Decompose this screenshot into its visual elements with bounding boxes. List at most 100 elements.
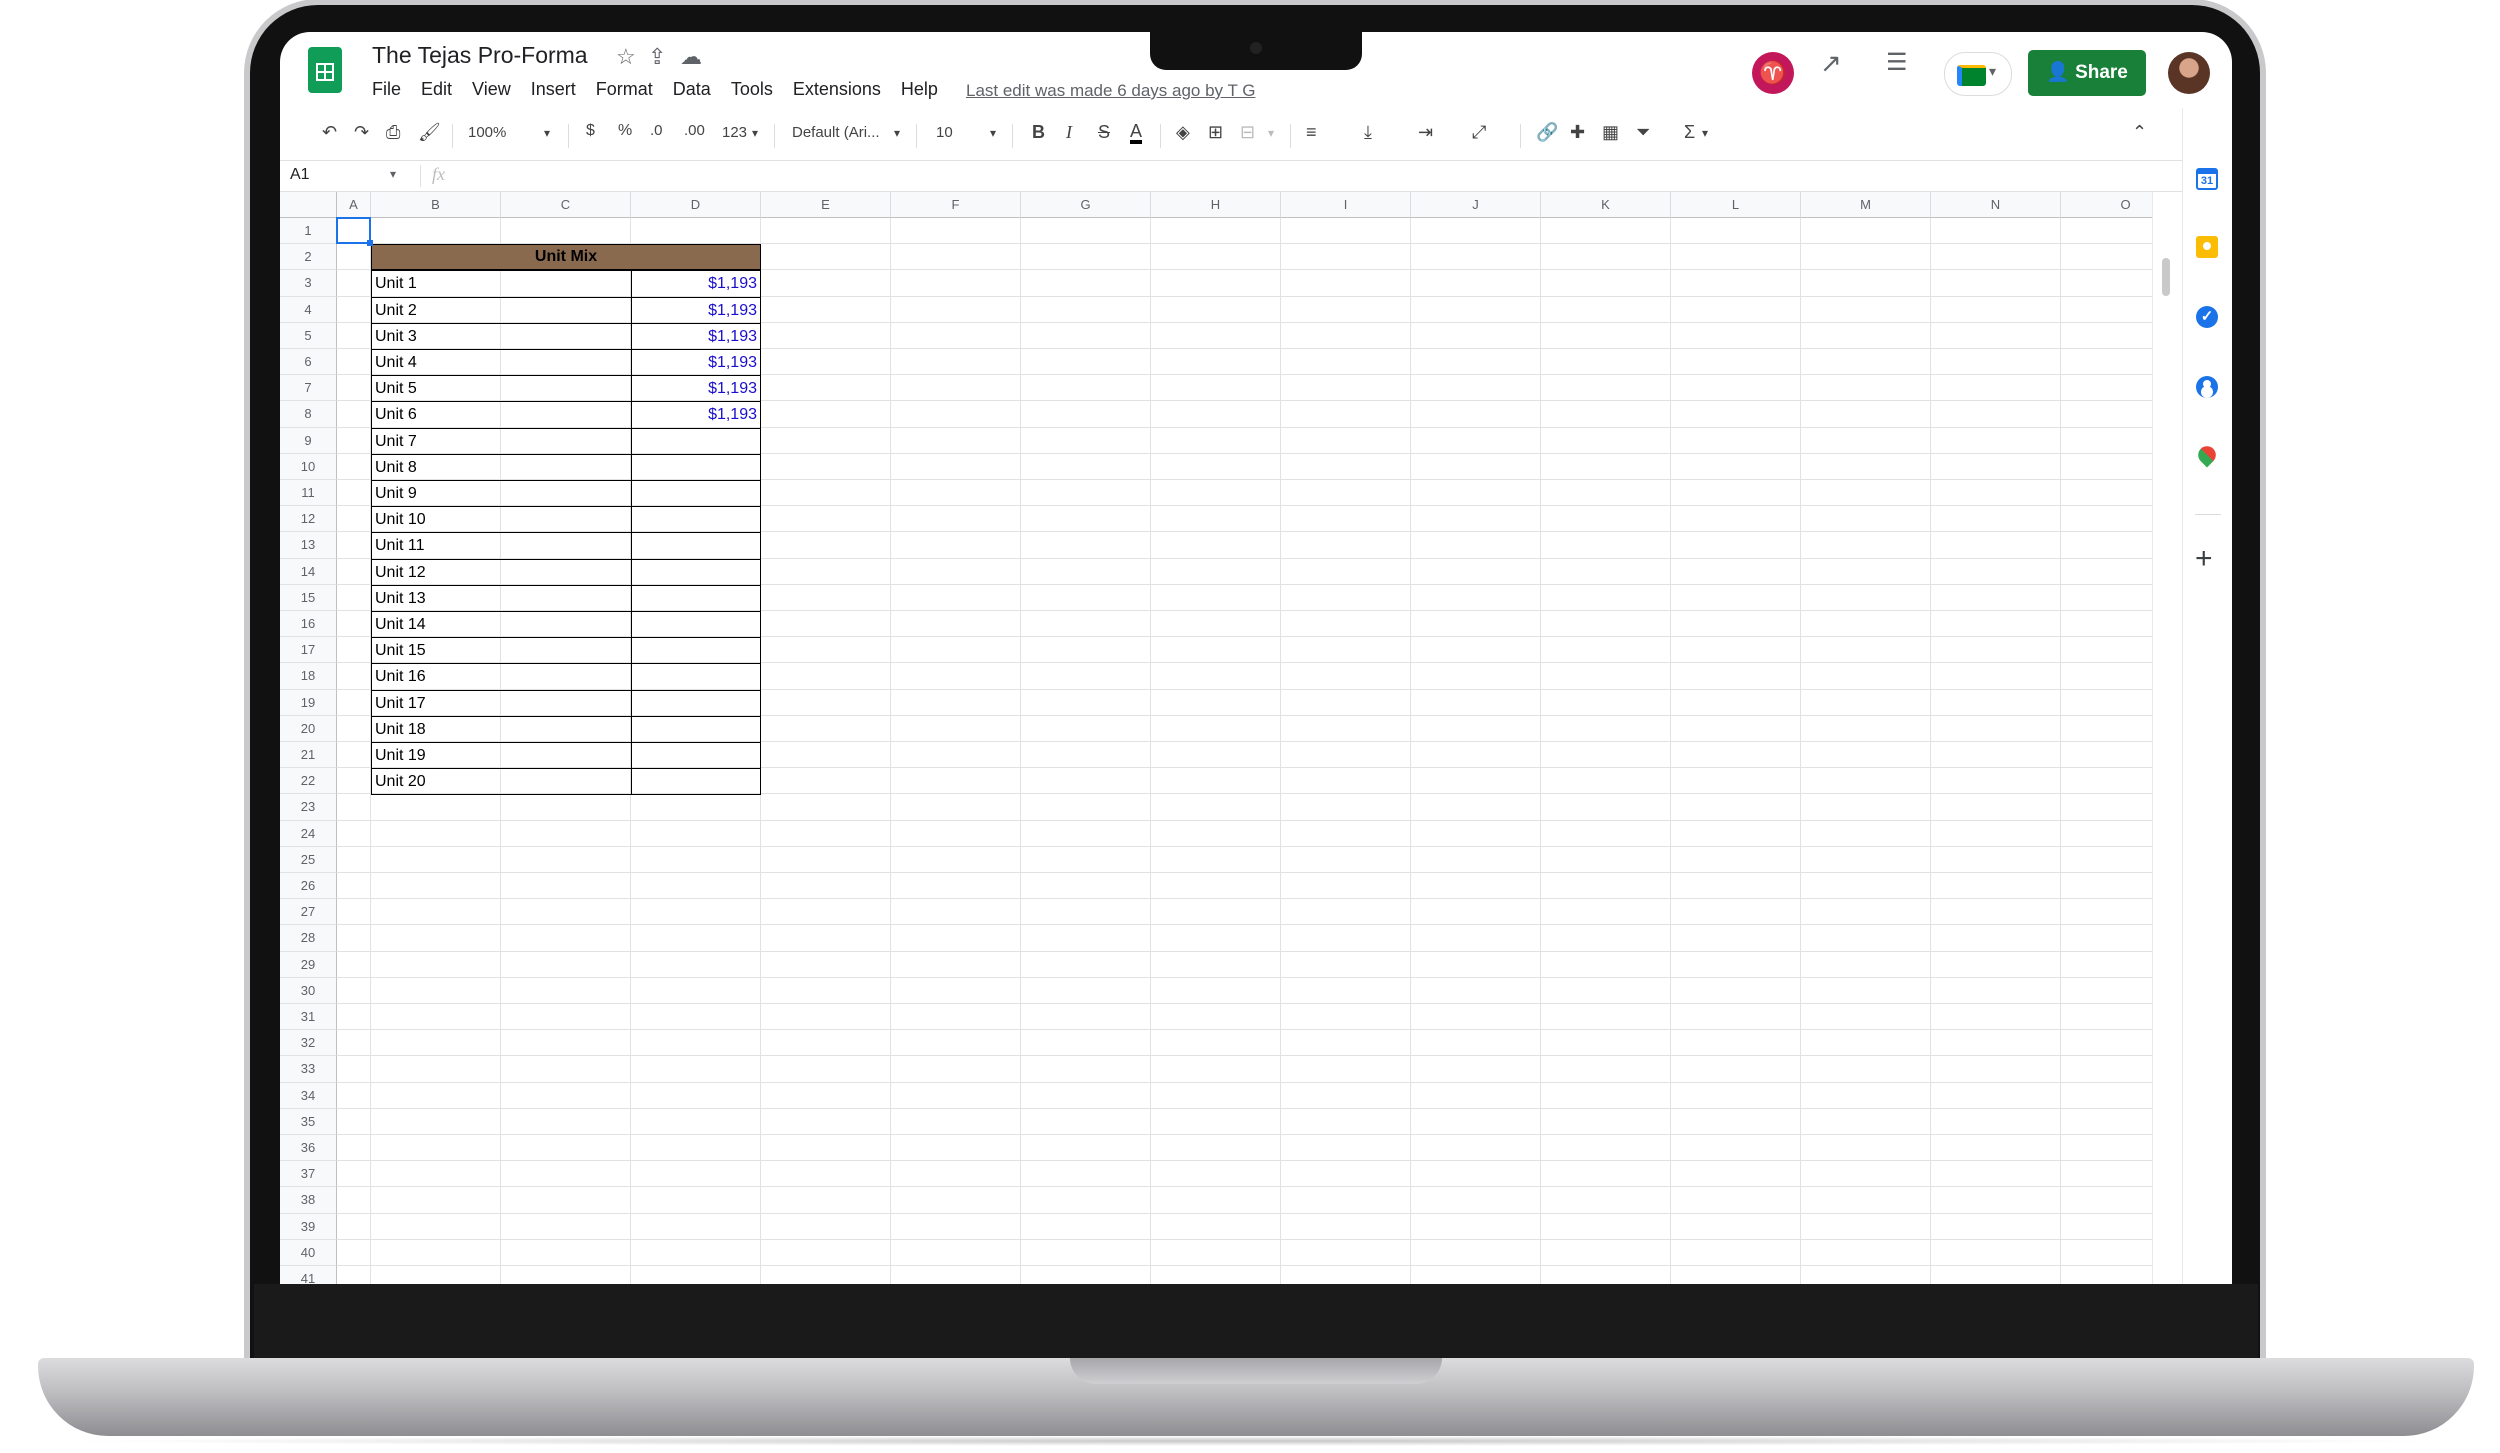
menu-data[interactable]: Data xyxy=(663,79,721,103)
collapse-menus-icon[interactable]: ⌃ xyxy=(2132,122,2147,143)
unit-value-cell[interactable] xyxy=(631,663,761,691)
italic-button[interactable]: I xyxy=(1066,122,1072,143)
keep-icon[interactable] xyxy=(2196,236,2218,258)
unit-value-cell[interactable]: $1,193 xyxy=(631,349,761,377)
tasks-icon[interactable]: ✓ xyxy=(2196,306,2218,328)
unit-value-cell[interactable] xyxy=(631,584,761,612)
row-header[interactable]: 30 xyxy=(280,977,337,1004)
column-header-f[interactable]: F xyxy=(891,192,1021,218)
unit-name-cell[interactable]: Unit 15 xyxy=(371,637,632,665)
row-header[interactable]: 24 xyxy=(280,820,337,847)
comment-history-icon[interactable]: ☰ xyxy=(1886,48,1908,77)
column-header-o[interactable]: O xyxy=(2061,192,2152,218)
row-header[interactable]: 3 xyxy=(280,270,337,297)
row-header[interactable]: 18 xyxy=(280,663,337,690)
unit-value-cell[interactable]: $1,193 xyxy=(631,401,761,429)
column-header-c[interactable]: C xyxy=(501,192,631,218)
menu-view[interactable]: View xyxy=(462,79,521,103)
cloud-status-icon[interactable]: ☁ xyxy=(680,44,702,70)
column-header-j[interactable]: J xyxy=(1411,192,1541,218)
contacts-icon[interactable] xyxy=(2196,376,2218,398)
row-header[interactable]: 38 xyxy=(280,1187,337,1214)
decrease-decimal-button[interactable]: .0 xyxy=(650,122,663,139)
calendar-icon[interactable]: 31 xyxy=(2196,168,2218,190)
row-header[interactable]: 34 xyxy=(280,1082,337,1109)
column-header-i[interactable]: I xyxy=(1281,192,1411,218)
menu-edit[interactable]: Edit xyxy=(411,79,462,103)
currency-format-button[interactable]: $ xyxy=(586,122,595,140)
unit-mix-header-cell[interactable]: Unit Mix xyxy=(371,244,761,271)
unit-value-cell[interactable] xyxy=(631,689,761,717)
unit-value-cell[interactable] xyxy=(631,558,761,586)
row-header[interactable]: 15 xyxy=(280,584,337,611)
unit-name-cell[interactable]: Unit 7 xyxy=(371,427,632,455)
unit-value-cell[interactable] xyxy=(631,427,761,455)
redo-icon[interactable]: ↷ xyxy=(354,122,369,143)
meet-button[interactable]: ▾ xyxy=(1944,52,2012,96)
row-header[interactable]: 27 xyxy=(280,899,337,926)
percent-format-button[interactable]: % xyxy=(618,122,632,140)
column-header-g[interactable]: G xyxy=(1021,192,1151,218)
unit-value-cell[interactable] xyxy=(631,637,761,665)
unit-value-cell[interactable] xyxy=(631,506,761,534)
unit-value-cell[interactable] xyxy=(631,480,761,508)
column-header-a[interactable]: A xyxy=(337,192,371,218)
row-header[interactable]: 26 xyxy=(280,873,337,900)
column-header-d[interactable]: D xyxy=(631,192,761,218)
move-to-drive-icon[interactable]: ⇪ xyxy=(648,44,666,70)
filter-icon[interactable]: ⏷ xyxy=(1636,122,1650,143)
insert-link-icon[interactable]: 🔗 xyxy=(1536,122,1558,143)
unit-value-cell[interactable]: $1,193 xyxy=(631,322,761,350)
unit-value-cell[interactable]: $1,193 xyxy=(631,270,761,298)
row-header[interactable]: 35 xyxy=(280,1108,337,1135)
zoom-select[interactable]: 100% xyxy=(468,124,506,141)
menu-help[interactable]: Help xyxy=(891,79,948,103)
row-header[interactable]: 6 xyxy=(280,349,337,376)
menu-tools[interactable]: Tools xyxy=(721,79,783,103)
column-header-l[interactable]: L xyxy=(1671,192,1801,218)
unit-name-cell[interactable]: Unit 9 xyxy=(371,480,632,508)
insert-chart-icon[interactable]: ▦ xyxy=(1602,122,1619,143)
insert-comment-icon[interactable]: ✚ xyxy=(1570,122,1585,143)
user-avatar[interactable] xyxy=(2168,52,2210,94)
unit-name-cell[interactable]: Unit 2 xyxy=(371,296,632,324)
scrollbar-thumb[interactable] xyxy=(2162,258,2170,296)
unit-name-cell[interactable]: Unit 6 xyxy=(371,401,632,429)
row-header[interactable]: 14 xyxy=(280,558,337,585)
menu-insert[interactable]: Insert xyxy=(521,79,586,103)
unit-name-cell[interactable]: Unit 16 xyxy=(371,663,632,691)
row-header[interactable]: 41 xyxy=(280,1266,337,1284)
row-header[interactable]: 10 xyxy=(280,453,337,480)
unit-value-cell[interactable] xyxy=(631,768,761,796)
row-header[interactable]: 22 xyxy=(280,768,337,795)
unit-name-cell[interactable]: Unit 20 xyxy=(371,768,632,796)
unit-name-cell[interactable]: Unit 8 xyxy=(371,453,632,481)
unit-value-cell[interactable]: $1,193 xyxy=(631,375,761,403)
sheets-logo-icon[interactable] xyxy=(308,47,342,93)
unit-value-cell[interactable] xyxy=(631,715,761,743)
strikethrough-button[interactable]: S xyxy=(1098,122,1110,143)
row-header[interactable]: 17 xyxy=(280,637,337,664)
row-header[interactable]: 33 xyxy=(280,1056,337,1083)
text-rotation-icon[interactable]: ⤢ xyxy=(1472,122,1486,143)
document-title[interactable]: The Tejas Pro-Forma xyxy=(372,42,588,69)
row-header[interactable]: 5 xyxy=(280,322,337,349)
share-button[interactable]: 👤 Share xyxy=(2028,50,2146,96)
text-wrapping-icon[interactable]: ⇥ xyxy=(1418,122,1433,143)
menu-file[interactable]: File xyxy=(372,79,411,103)
undo-icon[interactable]: ↶ xyxy=(322,122,337,143)
row-header[interactable]: 12 xyxy=(280,506,337,533)
unit-name-cell[interactable]: Unit 1 xyxy=(371,270,632,298)
row-header[interactable]: 8 xyxy=(280,401,337,428)
unit-value-cell[interactable] xyxy=(631,611,761,639)
font-family-select[interactable]: Default (Ari... xyxy=(792,124,880,141)
number-format-select[interactable]: 123 xyxy=(722,124,747,141)
column-header-n[interactable]: N xyxy=(1931,192,2061,218)
get-addons-icon[interactable]: + xyxy=(2195,544,2213,574)
select-all-corner[interactable] xyxy=(280,192,338,219)
unit-name-cell[interactable]: Unit 4 xyxy=(371,349,632,377)
row-header[interactable]: 25 xyxy=(280,846,337,873)
row-header[interactable]: 39 xyxy=(280,1213,337,1240)
unit-value-cell[interactable] xyxy=(631,742,761,770)
bold-button[interactable]: B xyxy=(1032,122,1045,143)
